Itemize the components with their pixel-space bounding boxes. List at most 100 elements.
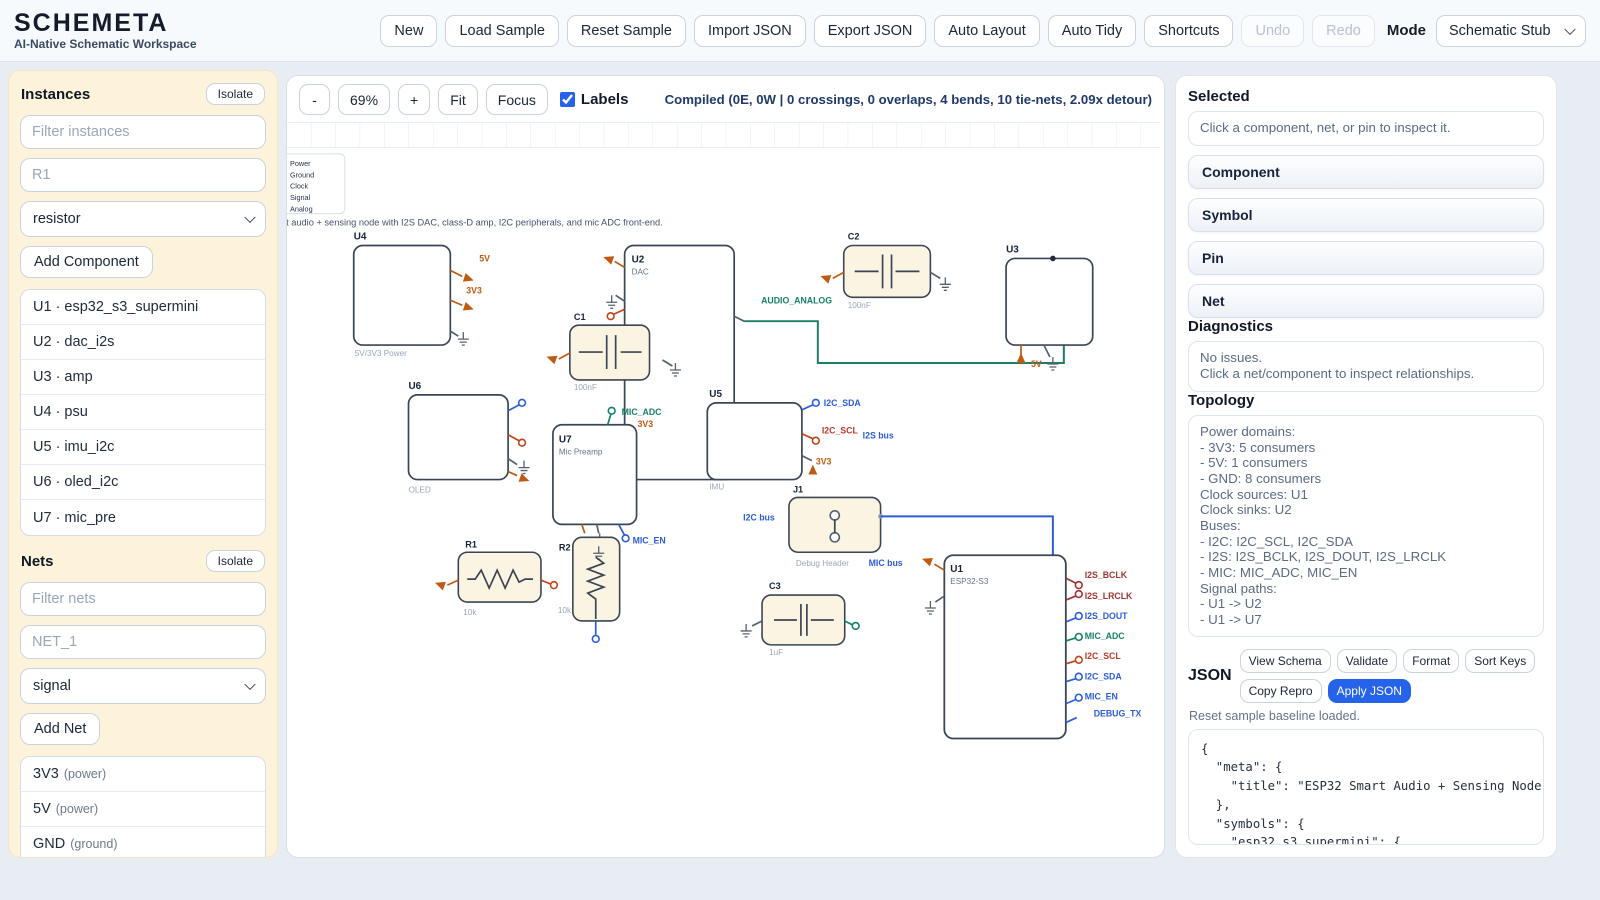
- component-u6[interactable]: U6 OLED: [409, 381, 531, 495]
- pin-label-i2s-lrclk: I2S_LRCLK: [1085, 591, 1133, 601]
- component-j1[interactable]: J1 I2C bus Debug Header MIC bus: [743, 484, 903, 568]
- svg-text:Debug Header: Debug Header: [796, 559, 849, 568]
- mode-select[interactable]: Schematic Stub: [1436, 15, 1586, 47]
- schematic-drawing-area[interactable]: Power Ground Clock Signal Analog rt audi…: [287, 121, 1164, 857]
- net-item[interactable]: 3V3(power): [21, 757, 265, 792]
- instances-title: Instances: [21, 86, 90, 103]
- svg-text:3V3: 3V3: [816, 457, 832, 467]
- instance-type-select[interactable]: resistor: [20, 201, 266, 237]
- instances-list: U1 · esp32_s3_supermini U2 · dac_i2s U3 …: [20, 289, 266, 536]
- pin-label-i2c-scl: I2C_SCL: [1085, 651, 1122, 661]
- svg-text:ESP32-S3: ESP32-S3: [950, 577, 989, 586]
- add-net-button[interactable]: Add Net: [20, 713, 100, 745]
- json-code: { "meta": { "title": "ESP32 Smart Audio …: [1201, 740, 1531, 845]
- net-name-input[interactable]: [20, 625, 266, 659]
- svg-text:U1: U1: [950, 564, 963, 575]
- section-component[interactable]: Component: [1188, 155, 1544, 189]
- svg-text:DAC: DAC: [632, 267, 649, 276]
- net-item[interactable]: 5V(power): [21, 792, 265, 827]
- instance-item[interactable]: U7 · mic_pre: [21, 500, 265, 535]
- instance-item[interactable]: U6 · oled_i2c: [21, 465, 265, 500]
- shortcuts-button[interactable]: Shortcuts: [1144, 15, 1233, 47]
- component-c3[interactable]: C3 1uF: [741, 581, 859, 657]
- validate-button[interactable]: Validate: [1337, 649, 1397, 673]
- svg-text:R1: R1: [465, 539, 477, 549]
- instances-isolate-button[interactable]: Isolate: [206, 83, 265, 105]
- svg-text:U2: U2: [632, 254, 645, 265]
- instance-item[interactable]: U1 · esp32_s3_supermini: [21, 290, 265, 325]
- svg-text:5V: 5V: [1031, 359, 1042, 369]
- component-r1[interactable]: R1 10k: [433, 539, 557, 617]
- undo-button[interactable]: Undo: [1241, 15, 1304, 47]
- redo-button[interactable]: Redo: [1312, 15, 1375, 47]
- import-json-button[interactable]: Import JSON: [694, 15, 806, 47]
- svg-text:C3: C3: [769, 581, 781, 591]
- labels-toggle[interactable]: Labels: [560, 91, 629, 108]
- svg-text:100nF: 100nF: [848, 301, 871, 310]
- topology-box: Power domains: - 3V3: 5 consumers - 5V: …: [1188, 415, 1544, 637]
- pin-label-debug-tx: DEBUG_TX: [1094, 709, 1142, 719]
- auto-tidy-button[interactable]: Auto Tidy: [1048, 15, 1136, 47]
- section-net[interactable]: Net: [1188, 284, 1544, 318]
- nets-list: 3V3(power) 5V(power) GND(ground) I2S_BCL…: [20, 756, 266, 858]
- pin-label-i2s-dout: I2S_DOUT: [1085, 611, 1128, 621]
- view-schema-button[interactable]: View Schema: [1240, 649, 1331, 673]
- canvas-toolbar: - 69% + Fit Focus Labels Compiled (0E, 0…: [287, 76, 1164, 121]
- format-button[interactable]: Format: [1403, 649, 1459, 673]
- selected-hint: Click a component, net, or pin to inspec…: [1188, 111, 1544, 146]
- bus-label-mic: MIC bus: [869, 558, 903, 568]
- labels-checkbox[interactable]: [560, 92, 575, 107]
- instance-item[interactable]: U2 · dac_i2s: [21, 325, 265, 360]
- add-component-button[interactable]: Add Component: [20, 246, 153, 278]
- legend-clock: Clock: [290, 182, 309, 191]
- zoom-level[interactable]: 69%: [338, 84, 390, 115]
- component-u5[interactable]: U5 I2C_SDA I2C_SCL I2S bus 3V3 IMU: [707, 389, 894, 492]
- svg-text:Mic Preamp: Mic Preamp: [559, 448, 603, 457]
- new-button[interactable]: New: [380, 15, 437, 47]
- instance-item[interactable]: U5 · imu_i2c: [21, 430, 265, 465]
- zoom-out-button[interactable]: -: [299, 84, 330, 115]
- bus-label-i2c: I2C bus: [743, 512, 775, 522]
- net-label-audio-analog: AUDIO_ANALOG: [761, 295, 832, 305]
- apply-json-button[interactable]: Apply JSON: [1328, 679, 1411, 703]
- svg-text:U6: U6: [409, 381, 422, 392]
- filter-instances-input[interactable]: [20, 115, 266, 149]
- svg-text:U3: U3: [1006, 244, 1019, 255]
- net-type-select[interactable]: signal: [20, 668, 266, 704]
- instance-ref-input[interactable]: [20, 158, 266, 192]
- pin-label-mic-en: MIC_EN: [1085, 692, 1118, 702]
- net-label-5v: 5V: [479, 253, 490, 263]
- section-symbol[interactable]: Symbol: [1188, 198, 1544, 232]
- component-r2[interactable]: R2 10k: [558, 537, 620, 642]
- component-u4[interactable]: U4 5V 3V3 5V/3V3 Power: [354, 232, 490, 359]
- load-sample-button[interactable]: Load Sample: [445, 15, 558, 47]
- section-pin[interactable]: Pin: [1188, 241, 1544, 275]
- nets-isolate-button[interactable]: Isolate: [206, 550, 265, 572]
- auto-layout-button[interactable]: Auto Layout: [934, 15, 1039, 47]
- net-item[interactable]: GND(ground): [21, 827, 265, 858]
- legend-ground: Ground: [290, 170, 314, 179]
- instance-item[interactable]: U4 · psu: [21, 395, 265, 430]
- schematic-canvas-panel: - 69% + Fit Focus Labels Compiled (0E, 0…: [286, 75, 1165, 858]
- svg-text:U7: U7: [559, 435, 572, 446]
- net-label-i2c-scl: I2C_SCL: [822, 426, 859, 436]
- filter-nets-input[interactable]: [20, 582, 266, 616]
- reset-sample-button[interactable]: Reset Sample: [567, 15, 686, 47]
- net-legend: Power Ground Clock Signal Analog: [287, 154, 345, 214]
- svg-text:1uF: 1uF: [769, 648, 783, 657]
- component-u1[interactable]: U1 ESP32-S3 I2S_BCLK I2S_LRCLK I2S_DOUT …: [920, 555, 1141, 739]
- compile-status: Compiled (0E, 0W | 0 crossings, 0 overla…: [665, 92, 1152, 107]
- instance-item[interactable]: U3 · amp: [21, 360, 265, 395]
- copy-repro-button[interactable]: Copy Repro: [1240, 679, 1322, 703]
- fit-button[interactable]: Fit: [438, 84, 478, 115]
- zoom-in-button[interactable]: +: [398, 84, 430, 115]
- svg-text:100nF: 100nF: [574, 383, 597, 392]
- export-json-button[interactable]: Export JSON: [814, 15, 927, 47]
- inspector-panel: Selected Click a component, net, or pin …: [1175, 75, 1557, 858]
- sort-keys-button[interactable]: Sort Keys: [1465, 649, 1535, 673]
- component-c2[interactable]: C2 100nF: [819, 232, 951, 311]
- component-u3[interactable]: U3 5V: [1006, 244, 1093, 370]
- pin-label-i2c-sda: I2C_SDA: [1085, 672, 1123, 682]
- focus-button[interactable]: Focus: [486, 84, 548, 115]
- json-editor[interactable]: { "meta": { "title": "ESP32 Smart Audio …: [1188, 729, 1544, 845]
